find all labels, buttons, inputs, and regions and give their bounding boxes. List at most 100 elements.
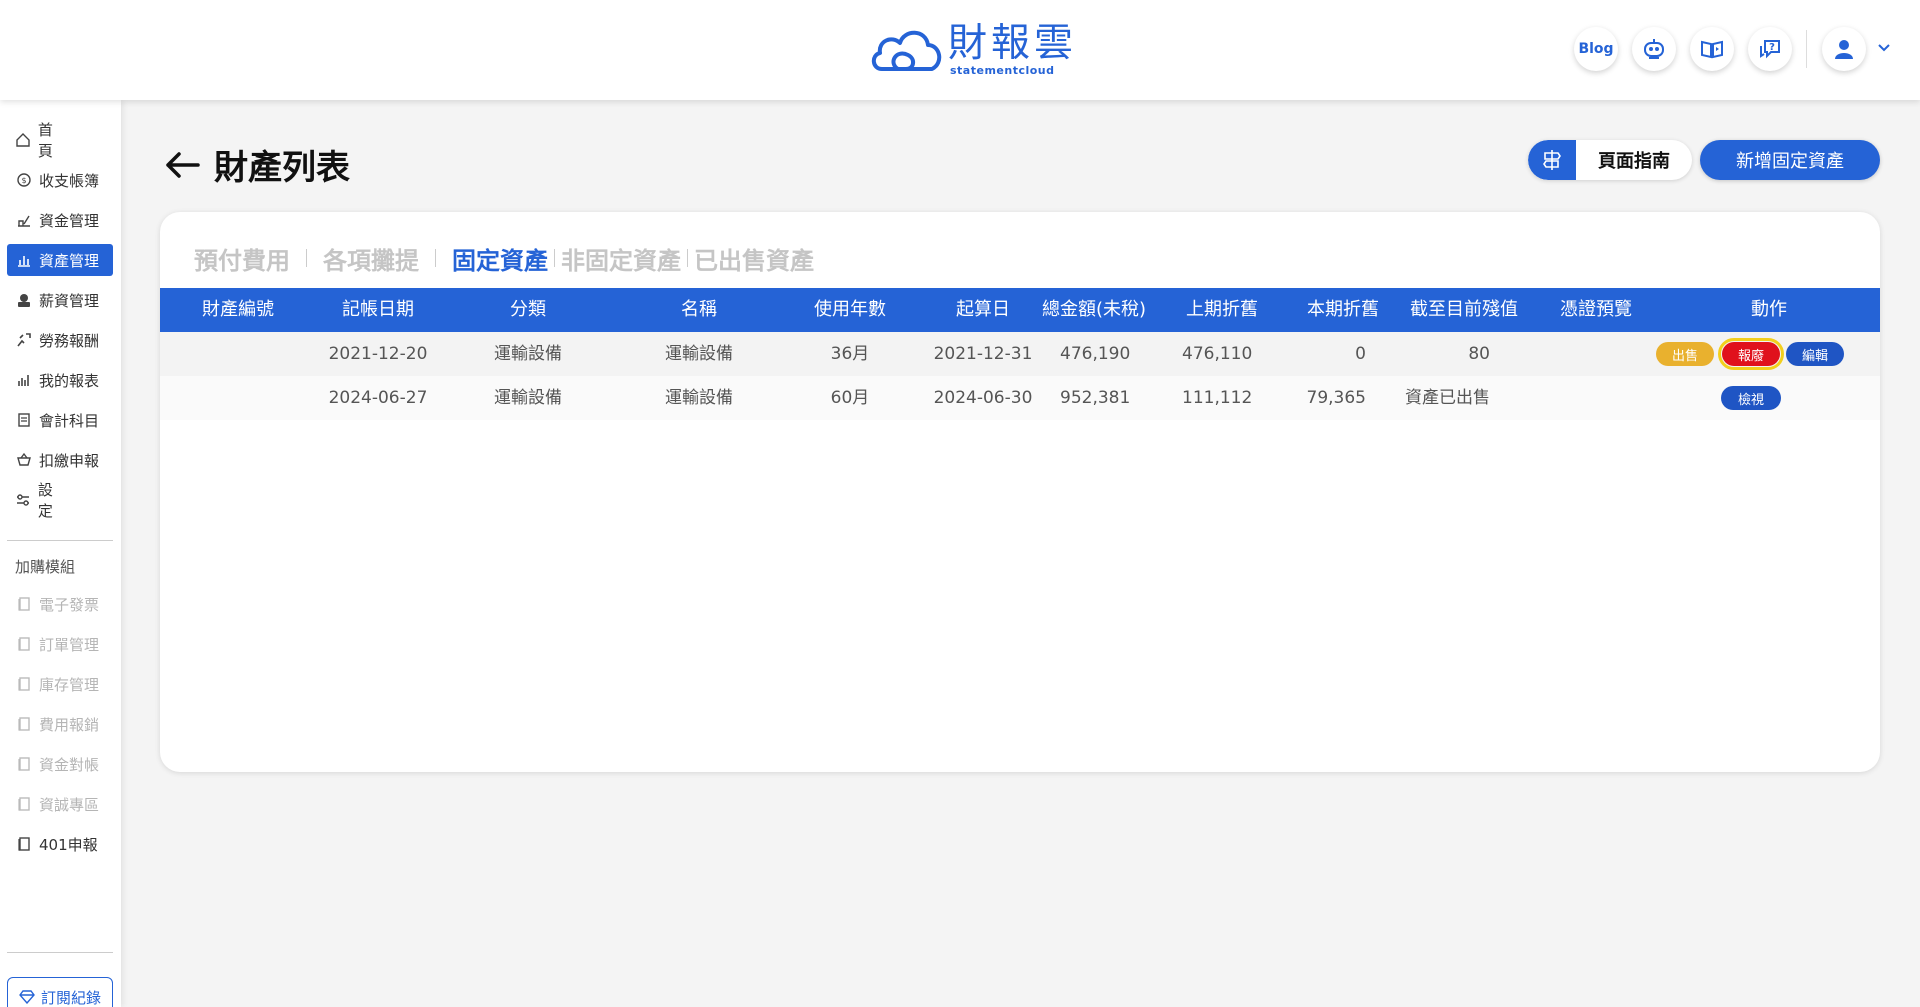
cell-residual: 80 (1468, 344, 1490, 364)
app-logo[interactable]: 財報雲 statementcloud (870, 22, 1077, 78)
module-book-icon (15, 595, 33, 613)
module-book-icon (15, 635, 33, 653)
col-asset-no: 財產編號 (202, 299, 274, 320)
signpost-icon (1528, 140, 1576, 180)
sidebar-item-expense[interactable]: 費用報銷 (7, 708, 113, 740)
page-guide-button[interactable]: 頁面指南 (1528, 140, 1692, 180)
video-tutorial-button[interactable] (1690, 27, 1734, 71)
cell-date: 2024-06-27 (328, 388, 428, 408)
cell-curr-dep: 79,365 (1306, 388, 1366, 408)
edit-button[interactable]: 編輯 (1786, 342, 1844, 366)
sidebar-item-label: 薪資管理 (39, 291, 100, 310)
diamond-icon (19, 990, 35, 1004)
col-actions: 動作 (1751, 299, 1787, 320)
tab-amortization[interactable]: 各項攤提 (323, 241, 419, 276)
sidebar-item-orders[interactable]: 訂單管理 (7, 628, 113, 660)
cell-asset-no (160, 376, 316, 420)
sidebar-item-salary[interactable]: 薪資管理 (7, 284, 113, 316)
sidebar-item-label: 首頁 (37, 121, 78, 160)
col-category: 分類 (510, 299, 546, 320)
sidebar-item-label: 勞務報酬 (39, 331, 100, 350)
sidebar-item-settings[interactable]: 設定 (7, 481, 113, 520)
sidebar-item-fund[interactable]: 資金管理 (7, 204, 113, 236)
sidebar-item-withholding[interactable]: 扣繳申報 (7, 444, 113, 476)
cell-prev-dep: 111,112 (1182, 388, 1253, 408)
subscription-label: 訂閱紀錄 (40, 988, 101, 1007)
cell-category: 運輸設備 (494, 388, 562, 408)
back-arrow-icon[interactable] (164, 150, 200, 180)
cell-prev-dep: 476,110 (1182, 344, 1253, 364)
sidebar-item-pwc[interactable]: 資誠專區 (7, 788, 113, 820)
scrap-button[interactable]: 報廢 (1718, 338, 1784, 370)
ai-assistant-button[interactable] (1632, 27, 1676, 71)
module-book-icon (15, 795, 33, 813)
sidebar-item-label: 會計科目 (39, 411, 100, 430)
fund-icon (15, 211, 33, 229)
cell-residual: 資產已出售 (1405, 388, 1490, 408)
cloud-logo-icon (871, 30, 942, 71)
blog-label: Blog (1578, 41, 1614, 57)
asset-tabs: 預付費用 各項攤提 固定資產 非固定資產 已出售資產 (194, 228, 814, 288)
sidebar-item-label: 資金管理 (39, 211, 100, 230)
sidebar-item-label: 設定 (37, 481, 78, 520)
module-book-icon (15, 675, 33, 693)
sidebar-item-label: 我的報表 (39, 371, 100, 390)
ledger-icon (15, 411, 33, 429)
tab-divider (687, 249, 688, 267)
sidebar-divider (7, 952, 113, 953)
sidebar-item-label: 扣繳申報 (39, 451, 100, 470)
addon-section-title: 加購模組 (15, 558, 76, 576)
withholding-icon (15, 451, 33, 469)
sidebar-divider (7, 540, 113, 541)
cell-name: 運輸設備 (665, 344, 733, 364)
sidebar-item-label: 電子發票 (39, 595, 100, 614)
cell-date: 2021-12-20 (328, 344, 428, 364)
table-row: 2021-12-20 運輸設備 運輸設備 36月 2021-12-31 476,… (160, 332, 1880, 376)
sidebar-item-reconcile[interactable]: 資金對帳 (7, 748, 113, 780)
table-header: 財產編號 記帳日期 分類 名稱 使用年數 起算日 總金額(未稅) 上期折舊 本期… (160, 288, 1880, 332)
tab-non-fixed-assets[interactable]: 非固定資產 (561, 241, 681, 276)
cell-asset-no (160, 332, 316, 376)
module-book-icon (15, 715, 33, 733)
col-total: 總金額(未稅) (1041, 299, 1147, 320)
col-curr-dep: 本期折舊 (1307, 299, 1379, 320)
user-avatar-button[interactable] (1822, 27, 1866, 71)
sell-button[interactable]: 出售 (1656, 342, 1714, 366)
report-bars-icon (15, 371, 33, 389)
tab-prepaid[interactable]: 預付費用 (194, 241, 290, 276)
sidebar-item-401[interactable]: 401申報 (7, 828, 113, 860)
cell-total: 476,190 (1060, 344, 1131, 364)
sidebar-item-accounts[interactable]: 會計科目 (7, 404, 113, 436)
col-receipt: 憑證預覽 (1560, 299, 1632, 320)
table-row: 2024-06-27 運輸設備 運輸設備 60月 2024-06-30 952,… (160, 376, 1880, 420)
tab-divider (306, 249, 307, 267)
user-avatar-icon (1835, 40, 1853, 59)
sidebar-item-assets[interactable]: 資產管理 (7, 244, 113, 276)
page-title-text: 財產列表 (214, 148, 350, 188)
sidebar-item-inventory[interactable]: 庫存管理 (7, 668, 113, 700)
top-header: 財報雲 statementcloud Blog ? (0, 0, 1920, 100)
subscription-record-button[interactable]: 訂閱紀錄 (7, 977, 113, 1007)
logo-main-text: 財報雲 (948, 21, 1078, 66)
view-button[interactable]: 檢視 (1721, 386, 1781, 410)
tab-sold-assets[interactable]: 已出售資產 (694, 241, 814, 276)
chevron-down-icon[interactable] (1876, 40, 1892, 56)
sidebar-item-ledger[interactable]: $ 收支帳簿 (7, 164, 113, 196)
col-date: 記帳日期 (342, 299, 414, 320)
sidebar-item-home[interactable]: 首頁 (7, 121, 113, 160)
add-fixed-asset-button[interactable]: 新增固定資產 (1700, 140, 1880, 180)
settings-slider-icon (15, 491, 32, 509)
help-button[interactable]: ? (1748, 27, 1792, 71)
home-icon (15, 131, 32, 149)
tab-fixed-assets[interactable]: 固定資產 (452, 241, 548, 276)
sidebar-item-label: 收支帳簿 (39, 171, 100, 190)
sidebar-item-label: 費用報銷 (39, 715, 100, 734)
sidebar-item-labor[interactable]: 勞務報酬 (7, 324, 113, 356)
col-years: 使用年數 (814, 299, 886, 320)
sidebar-item-reports[interactable]: 我的報表 (7, 364, 113, 396)
tab-divider (435, 249, 436, 267)
salary-icon (15, 291, 33, 309)
sidebar-item-einvoice[interactable]: 電子發票 (7, 588, 113, 620)
asset-list-card: 預付費用 各項攤提 固定資產 非固定資產 已出售資產 財產編號 記帳日期 分類 … (160, 212, 1880, 772)
blog-button[interactable]: Blog (1574, 27, 1618, 71)
